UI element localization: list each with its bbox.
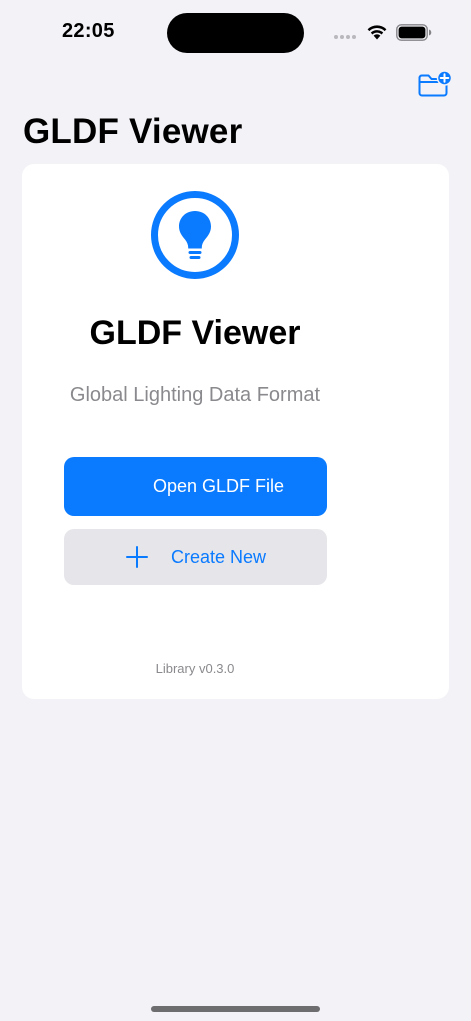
- create-new-button[interactable]: Create New: [64, 529, 327, 585]
- welcome-card: GLDF Viewer Global Lighting Data Format …: [22, 164, 449, 699]
- status-bar: 22:05: [0, 0, 471, 60]
- battery-icon: [396, 24, 432, 41]
- open-file-button[interactable]: Open GLDF File: [64, 457, 327, 516]
- app-title: GLDF Viewer: [89, 314, 301, 352]
- home-indicator[interactable]: [151, 1006, 320, 1012]
- plus-icon: [126, 546, 148, 568]
- wifi-icon: [367, 25, 387, 40]
- cellular-signal-icon: [334, 35, 358, 39]
- app-subtitle: Global Lighting Data Format: [69, 384, 321, 406]
- page-title: GLDF Viewer: [23, 112, 243, 151]
- create-new-button-label: Create New: [171, 547, 267, 567]
- open-file-button-label: Open GLDF File: [152, 476, 285, 496]
- status-time: 22:05: [62, 20, 115, 42]
- folder-add-button[interactable]: [417, 70, 453, 98]
- library-version: Library v0.3.0: [155, 661, 235, 676]
- folder-badge-plus-icon: [418, 70, 453, 97]
- lightbulb-circle-icon: [151, 191, 239, 279]
- dynamic-island: [167, 13, 304, 53]
